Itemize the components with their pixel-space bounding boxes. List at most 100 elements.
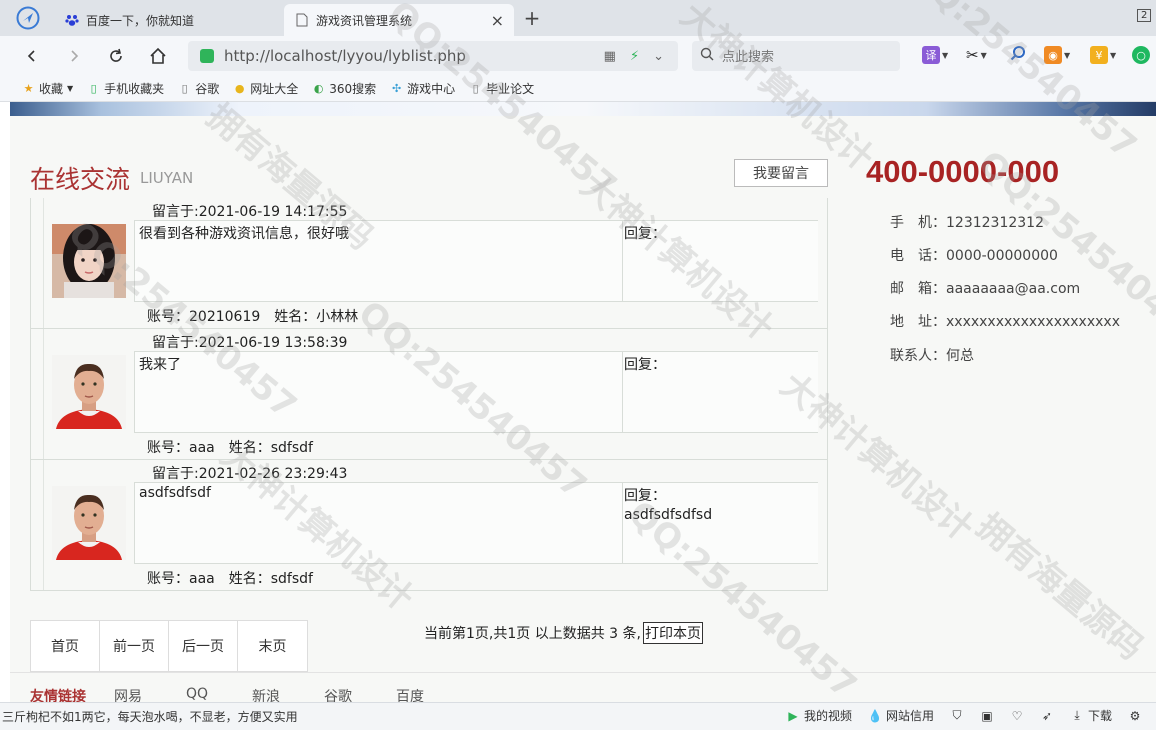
download-icon: ⤓: [1074, 708, 1080, 722]
message-content-box: asdfsdfsdf 回复： asdfsdfsdfsd: [134, 482, 818, 564]
link-google[interactable]: 谷歌: [324, 686, 352, 702]
message-item: 留言于:2021-02-26 23:29:43 asdfsdfsdf 回复： a…: [31, 460, 827, 591]
message-content: 很看到各种游戏资讯信息，很好哦: [139, 226, 349, 242]
baidu-paw-icon: [64, 12, 80, 28]
first-page-button[interactable]: 首页: [31, 621, 100, 671]
reply-label: 回复：: [624, 488, 666, 504]
rocket-button[interactable]: ➶: [1040, 709, 1054, 723]
next-page-button[interactable]: 后一页: [169, 621, 238, 671]
play-icon: ▶: [788, 708, 798, 723]
prev-page-button[interactable]: 前一页: [100, 621, 169, 671]
game-extension[interactable]: ◉ ▼: [1044, 44, 1078, 66]
bookmark-google[interactable]: ▯ 谷歌: [178, 80, 220, 97]
bookmark-thesis[interactable]: ▯ 毕业论文: [469, 80, 535, 97]
close-tab-icon[interactable]: ×: [491, 11, 504, 30]
scissors-extension[interactable]: ✂ ▼: [966, 44, 1000, 66]
reply-box: 回复： asdfsdfsdfsd: [622, 483, 818, 563]
refresh-button[interactable]: [104, 44, 128, 68]
address-bar[interactable]: http://localhost/lyyou/lyblist.php ▦ ⚡ ⌄: [188, 41, 678, 71]
search-icon: [700, 47, 714, 65]
reply-label: 回复：: [624, 226, 666, 242]
header-banner: [10, 102, 1156, 116]
home-button[interactable]: [146, 44, 170, 68]
print-button[interactable]: 打印本页: [642, 622, 703, 644]
translate-icon: 译: [922, 46, 940, 64]
green-extension[interactable]: ○: [1132, 44, 1156, 66]
contact-panel: 400-0000-000 手 机：12312312312 电 话：0000-00…: [866, 154, 1146, 364]
bookmark-favorites[interactable]: ★ 收藏 ▼: [22, 80, 74, 97]
magnifier-icon: [1010, 45, 1026, 65]
gear-icon: ⚙: [1129, 708, 1141, 723]
message-content: 我来了: [139, 357, 181, 373]
phone-icon: ▯: [90, 82, 97, 95]
lightning-icon[interactable]: ⚡: [630, 49, 639, 64]
pagination: 首页 前一页 后一页 末页: [30, 620, 308, 672]
contact-person: 联系人：何总: [890, 348, 974, 364]
link-sina[interactable]: 新浪: [252, 686, 280, 702]
bookmarks-bar: ★ 收藏 ▼ ▯ 手机收藏夹 ▯ 谷歌 ● 网址大全 ◐ 360搜索 ✣ 游戏中心 ▯ 毕业论文: [0, 76, 1156, 102]
shield-button[interactable]: ⛉: [950, 708, 964, 723]
contact-tel: 电 话：0000-00000000: [890, 248, 1058, 264]
message-author: 账号：aaa 姓名：sdfsdf: [147, 437, 313, 457]
last-page-button[interactable]: 末页: [238, 621, 307, 671]
message-content: asdfsdfsdf: [139, 485, 211, 501]
message-date: 留言于:2021-02-26 23:29:43: [152, 466, 348, 482]
tab-game-news[interactable]: 游戏资讯管理系统 ×: [284, 4, 514, 36]
message-date: 留言于:2021-06-19 13:58:39: [152, 335, 348, 351]
message-list: 留言于:2021-06-19 14:17:55 很看到各种游戏资讯信息，很好哦 …: [30, 198, 828, 591]
browser-tabbar: 百度一下，你就知道 游戏资讯管理系统 × + 2: [0, 0, 1156, 36]
new-tab-button[interactable]: +: [520, 6, 544, 30]
magnifier-extension[interactable]: [1010, 44, 1044, 66]
search-input[interactable]: [722, 48, 882, 64]
image-button[interactable]: ▣: [980, 709, 994, 723]
my-video-button[interactable]: ▶ 我的视频: [786, 707, 852, 724]
chevron-down-icon[interactable]: ⌄: [653, 49, 664, 64]
shield-icon: ⛉: [952, 708, 962, 722]
message-item: 留言于:2021-06-19 13:58:39 我来了 回复： 账号：aaa 姓…: [31, 329, 827, 460]
author-name: 姓名：sdfsdf: [228, 571, 313, 587]
money-extension[interactable]: ¥ ▼: [1090, 44, 1124, 66]
back-button[interactable]: [20, 44, 44, 68]
browser-toolbar: http://localhost/lyyou/lyblist.php ▦ ⚡ ⌄…: [0, 36, 1156, 76]
site-credit-button[interactable]: 💧 网站信用: [868, 707, 934, 724]
page-icon: ▯: [472, 82, 479, 95]
divider: [43, 198, 44, 328]
link-netease[interactable]: 网易: [114, 686, 142, 702]
avatar-male: [52, 486, 126, 560]
tab-title: 游戏资讯管理系统: [316, 13, 413, 28]
bookmark-mobile[interactable]: ▯ 手机收藏夹: [87, 80, 165, 97]
link-qq[interactable]: QQ: [186, 686, 208, 702]
leave-message-button[interactable]: 我要留言: [734, 159, 828, 187]
author-account: 账号：aaa: [147, 571, 215, 587]
avatar-female: [52, 224, 126, 298]
forward-button[interactable]: [62, 44, 86, 68]
browser-logo-icon[interactable]: [14, 6, 42, 30]
divider: [43, 329, 44, 459]
link-baidu[interactable]: 百度: [396, 686, 424, 702]
bookmark-hao[interactable]: ● 网址大全: [233, 80, 298, 97]
drop-icon: 💧: [867, 708, 883, 723]
bookmark-games[interactable]: ✣ 游戏中心: [390, 80, 455, 97]
news-ticker[interactable]: 三斤枸杞不如1两它，每天泡水喝，不显老，方便又实用: [0, 708, 298, 725]
author-name: 姓名：小林林: [274, 309, 359, 325]
gamepad-icon: ◉: [1044, 46, 1062, 64]
contact-address: 地 址：xxxxxxxxxxxxxxxxxxxxx: [890, 314, 1120, 330]
translate-extension[interactable]: 译 ▼: [922, 44, 956, 66]
author-name: 姓名：sdfsdf: [228, 440, 313, 456]
download-button[interactable]: ⤓ 下载: [1070, 707, 1112, 724]
url-text[interactable]: http://localhost/lyyou/lyblist.php: [224, 47, 466, 65]
tab-baidu[interactable]: 百度一下，你就知道: [54, 4, 280, 36]
search-box[interactable]: [692, 41, 900, 71]
message-date: 留言于:2021-06-19 14:17:55: [152, 204, 348, 220]
bookmark-360[interactable]: ◐ 360搜索: [312, 80, 376, 97]
health-button[interactable]: ♡: [1010, 709, 1024, 723]
settings-button[interactable]: ⚙: [1128, 709, 1142, 723]
divider: [10, 672, 1156, 673]
message-author: 账号：20210619 姓名：小林林: [147, 306, 358, 326]
qr-code-icon[interactable]: ▦: [604, 49, 616, 64]
browser-statusbar: 三斤枸杞不如1两它，每天泡水喝，不显老，方便又实用 ▶ 我的视频 💧 网站信用 ⛉ …: [0, 702, 1156, 730]
scissors-icon: ✂: [966, 46, 979, 64]
friend-links: 友情链接 网易 QQ 新浪 谷歌 百度: [30, 686, 468, 702]
author-account: 账号：aaa: [147, 440, 215, 456]
tab-count-badge[interactable]: 2: [1137, 9, 1152, 22]
